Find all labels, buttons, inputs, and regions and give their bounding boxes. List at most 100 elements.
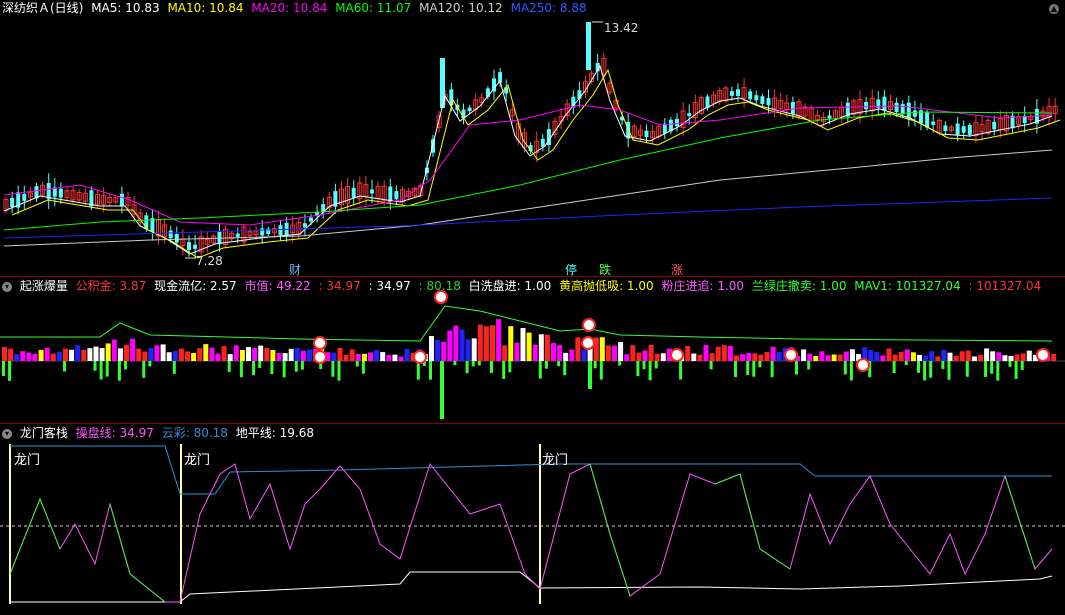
negative-bar <box>758 361 762 368</box>
ma5-label: MA5: 10.83 <box>91 1 160 15</box>
volume-bar <box>136 348 142 361</box>
volume-bar <box>1008 355 1014 361</box>
volume-bar <box>538 334 544 361</box>
volume-bar <box>276 353 282 361</box>
volume-bar <box>361 353 367 361</box>
panel-menu-icon[interactable]: ▾ <box>2 428 12 439</box>
negative-bar <box>355 361 359 367</box>
volume-bar <box>837 354 843 361</box>
volume-indicator-chart[interactable] <box>0 277 1065 423</box>
negative-bar <box>117 361 121 381</box>
negative-bar <box>361 361 365 374</box>
candle-down <box>925 112 930 128</box>
volume-bar <box>630 345 636 361</box>
negative-bar <box>795 361 798 375</box>
event-tag-finance[interactable]: 财 <box>289 261 301 278</box>
candle-down <box>235 233 240 237</box>
negative-bar <box>599 361 603 380</box>
volume-bar <box>203 344 209 361</box>
negative-bar <box>636 361 640 377</box>
volume-indicator-panel[interactable]: ▾ 起涨爆量 公积金: 3.87 现金流亿: 2.57 市值: 49.22 : … <box>0 277 1065 424</box>
event-tag-down[interactable]: 跌 <box>599 261 611 278</box>
volume-bar <box>813 356 819 361</box>
negative-bar <box>429 361 432 380</box>
indicator-field: MAV1: 101327.04 <box>854 279 961 293</box>
ma120-line <box>3 149 1053 247</box>
volume-bar <box>75 345 81 361</box>
negative-bar <box>752 361 756 377</box>
negative-bar <box>892 361 896 373</box>
volume-bar <box>209 347 215 361</box>
negative-bar <box>770 361 774 378</box>
candle-down <box>687 113 692 117</box>
volume-bar <box>2 346 7 361</box>
ma10-line <box>11 68 1061 259</box>
volume-bar <box>172 351 178 361</box>
volume-bar <box>81 349 87 361</box>
volume-bar <box>1026 350 1032 361</box>
volume-bar <box>880 355 886 361</box>
candle-down <box>168 230 173 239</box>
volume-panel-header: ▾ 起涨爆量 公积金: 3.87 现金流亿: 2.57 市值: 49.22 : … <box>0 278 1045 294</box>
negative-bar <box>1014 361 1018 379</box>
candle-down <box>931 121 936 125</box>
volume-bar <box>886 348 892 361</box>
event-tag-up[interactable]: 涨 <box>671 261 683 278</box>
signal-icon <box>581 336 595 350</box>
volume-bar <box>685 346 691 361</box>
candlestick-chart[interactable] <box>0 0 1065 276</box>
indicator-field: 黄高抛低吸: 1.00 <box>559 279 654 293</box>
negative-bar <box>331 361 335 377</box>
volume-bar <box>612 345 617 361</box>
operator-line-green <box>714 473 791 570</box>
volume-bar <box>715 346 721 361</box>
volume-bar <box>477 324 483 361</box>
longmen-panel[interactable]: ▾ 龙门客栈 操盘线: 34.97 云彩: 80.18 地平线: 19.68 龙… <box>0 424 1065 615</box>
candle-down <box>882 96 887 111</box>
indicator-field: : 101327.04 <box>968 279 1042 293</box>
signal-icon <box>856 358 870 372</box>
volume-bar <box>624 354 630 361</box>
volume-bar <box>990 351 996 361</box>
volume-bar <box>465 339 471 361</box>
horizon-line <box>10 571 1053 603</box>
volume-bar <box>971 356 977 361</box>
negative-bar <box>93 361 97 371</box>
operator-line-green <box>9 497 61 575</box>
volume-bar <box>398 356 404 361</box>
price-panel[interactable]: 深纺织Ａ(日线) MA5: 10.83 MA10: 10.84 MA20: 10… <box>0 0 1065 277</box>
volume-bar <box>910 352 916 361</box>
candle-down <box>992 121 997 130</box>
candle-down <box>119 193 124 207</box>
candle-down <box>961 126 966 133</box>
volume-bar <box>648 344 654 361</box>
negative-bar <box>63 361 66 372</box>
volume-bar <box>386 354 392 361</box>
volume-bar <box>471 338 477 361</box>
volume-bar <box>99 348 105 361</box>
negative-bar <box>679 361 683 380</box>
negative-bar <box>654 361 658 369</box>
negative-bar <box>843 361 847 375</box>
volume-bar <box>581 349 587 361</box>
volume-bar <box>349 349 355 361</box>
candle-down <box>302 223 307 228</box>
candle-down <box>394 191 399 200</box>
volume-bar <box>923 355 929 361</box>
volume-bar <box>124 344 129 361</box>
volume-bar <box>233 345 239 361</box>
negative-bar <box>477 361 481 366</box>
volume-bar <box>459 329 465 361</box>
negative-bar <box>8 361 12 381</box>
volume-bar <box>868 349 874 361</box>
negative-bar <box>904 361 908 366</box>
volume-bar <box>709 353 715 361</box>
panel-menu-icon[interactable]: ▾ <box>2 281 12 292</box>
volume-bar <box>252 347 258 361</box>
volume-bar <box>331 352 337 361</box>
longmen-chart[interactable] <box>0 424 1065 615</box>
indicator-field: 现金流亿: 2.57 <box>154 279 237 293</box>
volume-bar <box>355 353 361 361</box>
volume-bar <box>727 345 733 361</box>
event-tag-halt[interactable]: 停 <box>565 261 577 278</box>
